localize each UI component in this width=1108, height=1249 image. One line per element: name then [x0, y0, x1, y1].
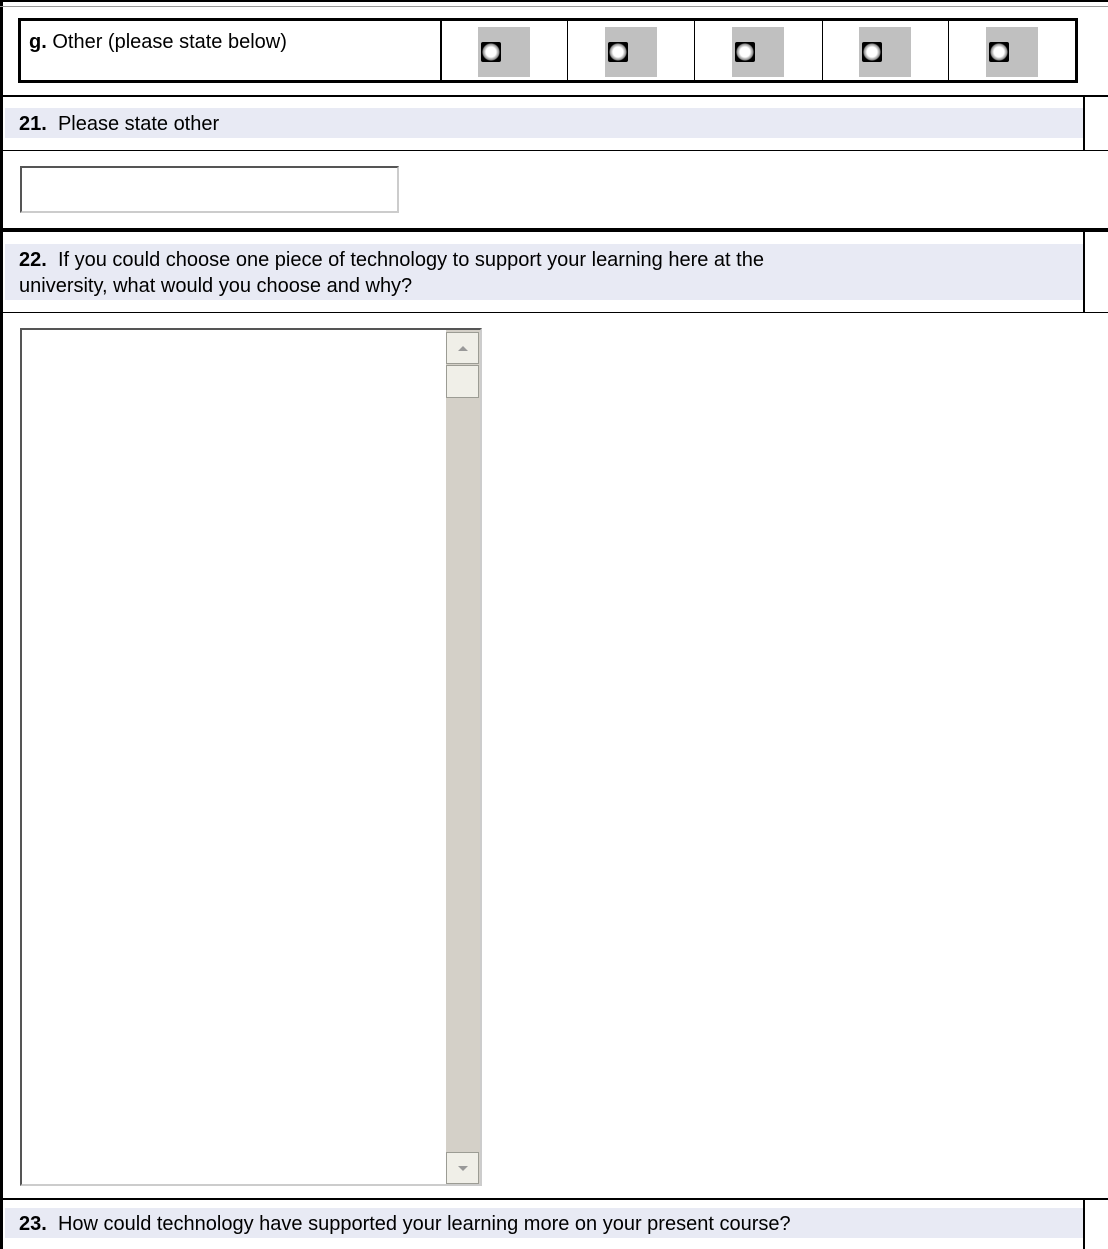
question-21-text: Please state other: [57, 113, 220, 135]
row-g-divider-5: [948, 18, 949, 83]
question-22-number: 22.: [19, 249, 47, 271]
row-g-divider-1: [440, 18, 442, 83]
option-g-label: g. Other (please state below): [29, 30, 287, 54]
scroll-thumb[interactable]: [446, 365, 479, 398]
section-separator-3: [0, 1198, 1108, 1200]
radio-button-1[interactable]: [481, 42, 501, 62]
page-top-border: [0, 0, 1108, 2]
question-21-right-border: [1083, 97, 1085, 150]
question-22-line-1: 22. If you could choose one piece of tec…: [19, 248, 764, 272]
please-state-other-input[interactable]: [20, 166, 399, 213]
page-left-border: [0, 0, 3, 1249]
question-23-text: How could technology have supported your…: [57, 1213, 791, 1235]
question-23-right-border: [1083, 1200, 1085, 1249]
page-top-inner-border: [0, 6, 1108, 7]
radio-button-3[interactable]: [735, 42, 755, 62]
question-21-number: 21.: [19, 113, 47, 135]
question-22-textarea[interactable]: [20, 328, 482, 1186]
radio-button-2[interactable]: [608, 42, 628, 62]
question-23-label: 23. How could technology have supported …: [19, 1212, 791, 1236]
radio-button-4[interactable]: [862, 42, 882, 62]
radio-cell-3: [732, 27, 784, 77]
question-21-bottom-line: [0, 150, 1108, 151]
row-g-divider-3: [694, 18, 695, 83]
section-separator-2: [0, 228, 1108, 232]
radio-cell-1: [478, 27, 530, 77]
scroll-up-button[interactable]: [446, 332, 479, 364]
scroll-up-arrow-icon: [458, 346, 468, 351]
question-22-bottom-line: [0, 312, 1108, 313]
row-g-divider-2: [567, 18, 568, 83]
radio-cell-4: [859, 27, 911, 77]
option-g-text: Other (please state below): [52, 31, 287, 53]
question-21-label: 21. Please state other: [19, 112, 219, 136]
radio-cell-2: [605, 27, 657, 77]
scroll-down-button[interactable]: [446, 1152, 479, 1184]
textarea-scrollbar[interactable]: [446, 330, 480, 1184]
radio-button-5[interactable]: [989, 42, 1009, 62]
scroll-down-arrow-icon: [458, 1166, 468, 1171]
question-23-number: 23.: [19, 1213, 47, 1235]
question-22-line-2: university, what would you choose and wh…: [19, 275, 413, 297]
radio-cell-5: [986, 27, 1038, 77]
question-22-right-border: [1083, 232, 1085, 312]
section-separator-1: [0, 95, 1108, 97]
option-g-prefix: g.: [29, 31, 47, 53]
row-g-divider-4: [822, 18, 823, 83]
question-22-text-1: If you could choose one piece of technol…: [57, 249, 764, 271]
